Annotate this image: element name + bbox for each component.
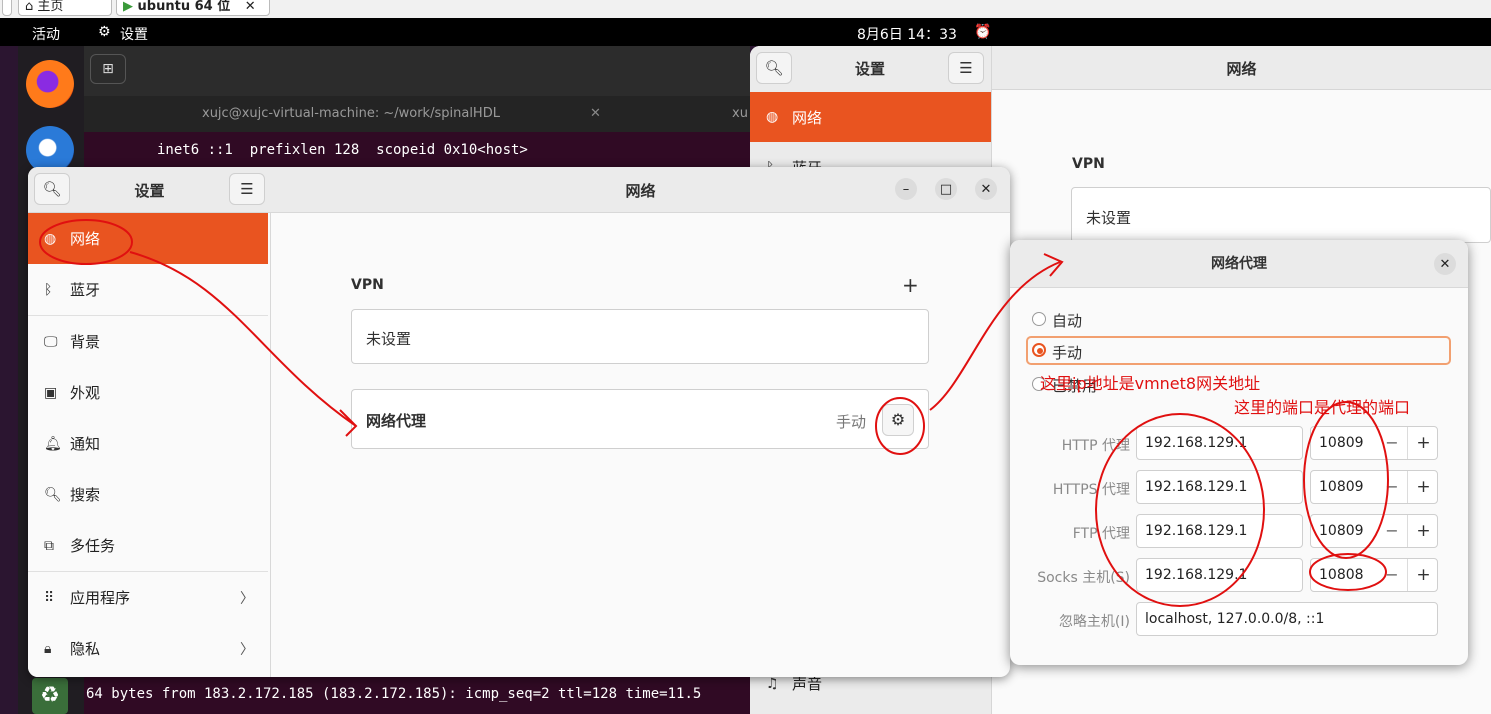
annotation-circle-network xyxy=(39,219,133,265)
annotation-circle-hosts xyxy=(1095,413,1265,607)
annotation-note-ip: 这里ip地址是vmnet8网关地址 xyxy=(1040,374,1261,393)
annotation-arrowhead xyxy=(339,409,358,437)
annotation-note-port: 这里的端口是代理的端口 xyxy=(1234,398,1411,417)
annotation-circle-socks-port xyxy=(1309,553,1387,591)
annotation-arrow-to-proxy xyxy=(129,251,357,427)
annotation-circle-ports xyxy=(1303,401,1389,559)
annotation-strokes xyxy=(39,219,1389,607)
annotation-circle-gear xyxy=(875,397,925,455)
